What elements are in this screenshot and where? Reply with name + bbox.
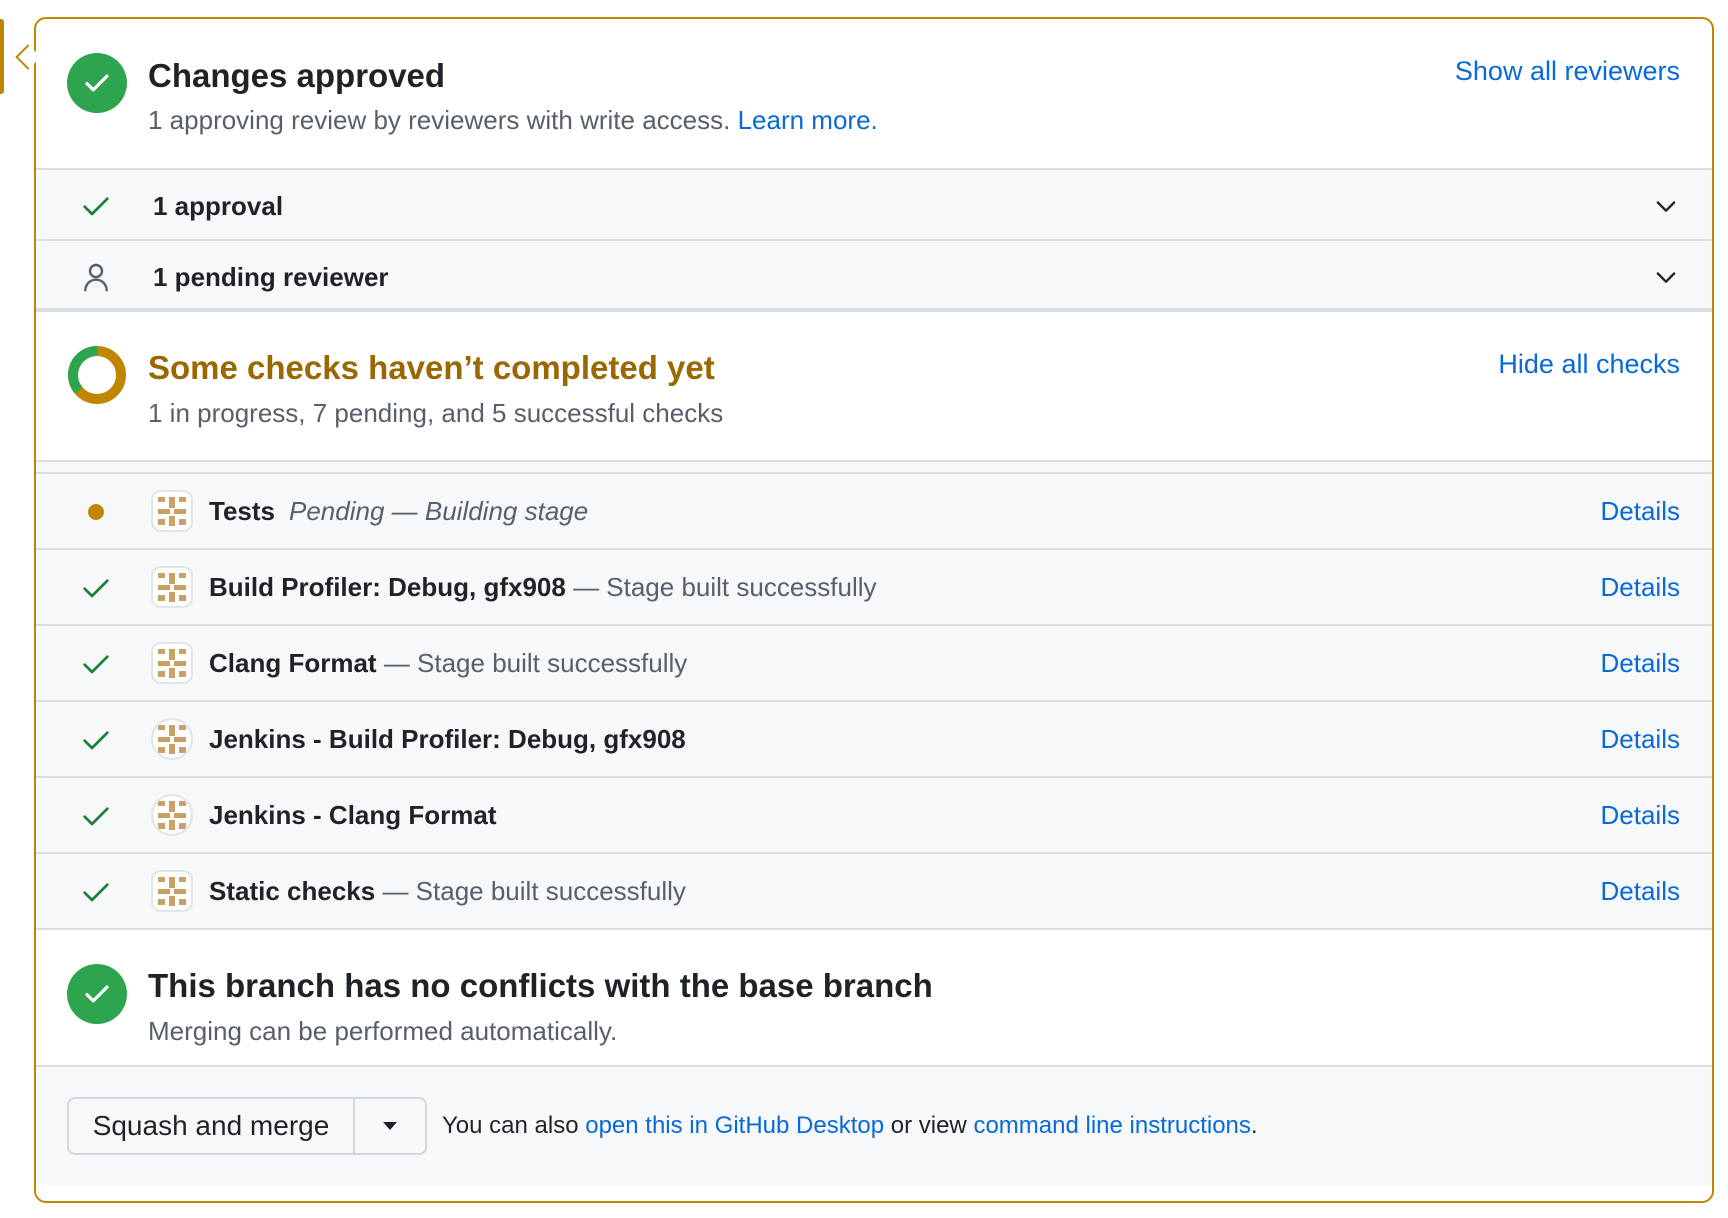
check-row-static-checks: Static checks — Stage built successfully… bbox=[36, 854, 1712, 930]
footer-text: You can also open this in GitHub Desktop… bbox=[442, 1112, 1258, 1140]
check-name: Tests bbox=[209, 496, 275, 526]
merge-title: This branch has no conflicts with the ba… bbox=[148, 967, 933, 1004]
check-row-build-profiler: Build Profiler: Debug, gfx908 — Stage bu… bbox=[36, 550, 1712, 626]
check-icon bbox=[83, 807, 109, 826]
no-conflicts-check-icon bbox=[67, 964, 127, 1024]
hide-all-checks-link[interactable]: Hide all checks bbox=[1498, 349, 1680, 380]
timeline-marker bbox=[0, 19, 4, 94]
check-icon bbox=[83, 883, 109, 902]
approval-count-label: 1 approval bbox=[153, 191, 284, 221]
jenkins-app-avatar bbox=[151, 490, 193, 532]
check-text: Static checks — Stage built successfully bbox=[209, 876, 686, 907]
squash-and-merge-button[interactable]: Squash and merge bbox=[69, 1099, 355, 1153]
pending-reviewer-label: 1 pending reviewer bbox=[153, 262, 389, 292]
check-desc: — Stage built successfully bbox=[383, 648, 688, 678]
details-link[interactable]: Details bbox=[1601, 572, 1680, 603]
caret-down-icon bbox=[383, 1122, 397, 1130]
chevron-down-icon[interactable] bbox=[1652, 192, 1680, 220]
check-text: Jenkins - Clang Format bbox=[209, 800, 497, 831]
check-text: Build Profiler: Debug, gfx908 — Stage bu… bbox=[209, 572, 877, 603]
check-row-clang-format: Clang Format — Stage built successfully … bbox=[36, 626, 1712, 702]
check-name: Jenkins - Clang Format bbox=[209, 800, 497, 830]
merge-button-group: Squash and merge bbox=[67, 1097, 427, 1155]
details-link[interactable]: Details bbox=[1601, 876, 1680, 907]
jenkins-app-avatar bbox=[151, 870, 193, 912]
approval-count-row[interactable]: 1 approval bbox=[36, 170, 1712, 241]
jenkins-app-avatar bbox=[151, 718, 193, 760]
merge-method-dropdown-button[interactable] bbox=[355, 1099, 425, 1153]
checks-list-spacer bbox=[36, 462, 1712, 474]
approval-subtitle-text: 1 approving review by reviewers with wri… bbox=[148, 105, 731, 135]
jenkins-app-avatar bbox=[151, 566, 193, 608]
approval-title: Changes approved bbox=[148, 57, 446, 94]
merge-status-box: Changes approved 1 approving review by r… bbox=[34, 17, 1714, 1203]
check-row-jenkins-clang-format: Jenkins - Clang Format Details bbox=[36, 778, 1712, 854]
checks-progress-icon bbox=[68, 346, 126, 404]
check-text: Clang Format — Stage built successfully bbox=[209, 648, 687, 679]
check-icon bbox=[83, 197, 109, 216]
person-icon bbox=[84, 263, 108, 292]
merge-subtitle: Merging can be performed automatically. bbox=[148, 1016, 618, 1046]
check-desc: Pending — Building stage bbox=[289, 496, 589, 526]
pending-dot-icon bbox=[80, 496, 112, 528]
show-all-reviewers-link[interactable]: Show all reviewers bbox=[1455, 56, 1680, 87]
check-text: Tests Pending — Building stage bbox=[209, 496, 588, 527]
approval-subtitle: 1 approving review by reviewers with wri… bbox=[148, 105, 878, 136]
footer-text-mid: or view bbox=[890, 1112, 967, 1139]
learn-more-link[interactable]: Learn more. bbox=[738, 105, 878, 135]
check-icon bbox=[83, 731, 109, 750]
command-line-instructions-link[interactable]: command line instructions bbox=[973, 1112, 1250, 1139]
details-link[interactable]: Details bbox=[1601, 724, 1680, 755]
check-name: Build Profiler: Debug, gfx908 bbox=[209, 572, 566, 602]
approved-check-icon bbox=[67, 53, 127, 113]
approval-section: Changes approved 1 approving review by r… bbox=[36, 19, 1712, 170]
chevron-down-icon[interactable] bbox=[1652, 263, 1680, 291]
check-text: Jenkins - Build Profiler: Debug, gfx908 bbox=[209, 724, 686, 755]
check-name: Jenkins - Build Profiler: Debug, gfx908 bbox=[209, 724, 686, 754]
jenkins-app-avatar bbox=[151, 642, 193, 684]
footer-text-suffix: . bbox=[1250, 1112, 1258, 1139]
check-icon bbox=[83, 655, 109, 674]
details-link[interactable]: Details bbox=[1601, 648, 1680, 679]
check-desc: — Stage built successfully bbox=[573, 572, 877, 602]
details-link[interactable]: Details bbox=[1601, 800, 1680, 831]
check-desc: — Stage built successfully bbox=[382, 876, 686, 906]
merge-conflict-section: This branch has no conflicts with the ba… bbox=[36, 930, 1712, 1067]
merge-footer: Squash and merge You can also open this … bbox=[36, 1067, 1712, 1185]
checks-title: Some checks haven’t completed yet bbox=[148, 349, 715, 386]
footer-text-prefix: You can also bbox=[442, 1112, 579, 1139]
check-row-jenkins-build-profiler: Jenkins - Build Profiler: Debug, gfx908 … bbox=[36, 702, 1712, 778]
open-github-desktop-link[interactable]: open this in GitHub Desktop bbox=[585, 1112, 884, 1139]
checks-subtitle: 1 in progress, 7 pending, and 5 successf… bbox=[148, 398, 724, 428]
details-link[interactable]: Details bbox=[1601, 496, 1680, 527]
merge-box-root: Changes approved 1 approving review by r… bbox=[0, 0, 1728, 1218]
check-icon bbox=[83, 579, 109, 598]
checks-section: Some checks haven’t completed yet 1 in p… bbox=[36, 312, 1712, 462]
check-name: Static checks bbox=[209, 876, 376, 906]
pending-reviewer-row[interactable]: 1 pending reviewer bbox=[36, 241, 1712, 312]
check-name: Clang Format bbox=[209, 648, 377, 678]
check-row-tests: Tests Pending — Building stage Details bbox=[36, 474, 1712, 550]
jenkins-app-avatar bbox=[151, 794, 193, 836]
